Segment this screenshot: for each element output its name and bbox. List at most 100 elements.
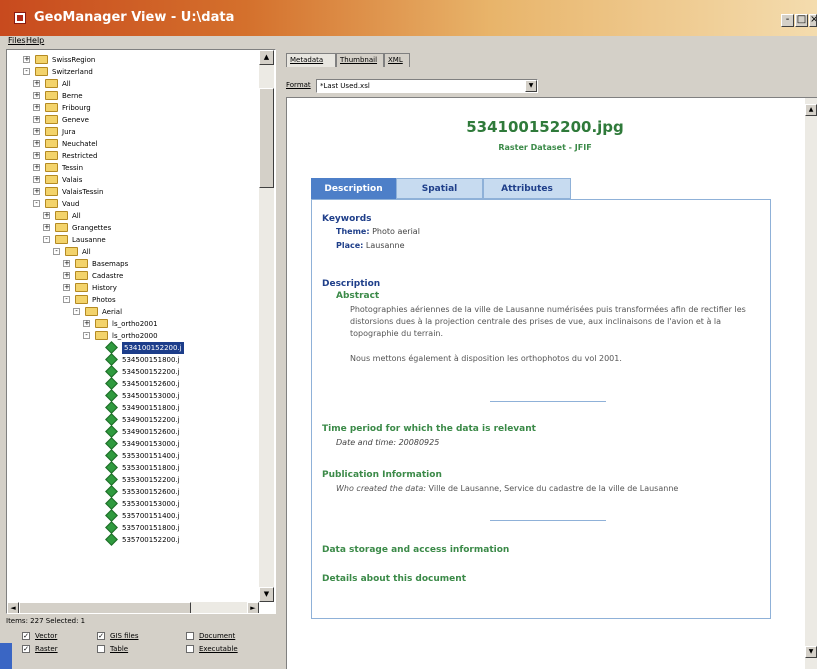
tree-folder-item[interactable]: + All	[7, 210, 257, 222]
expand-icon[interactable]: +	[63, 260, 70, 267]
tree-file-item[interactable]: 535700151400.j	[7, 509, 257, 522]
tree-folder-item[interactable]: - Aerial	[7, 306, 257, 318]
tree-folder-item[interactable]: + Restricted	[7, 150, 257, 162]
tree-folder-item[interactable]: + History	[7, 282, 257, 294]
document-checkbox[interactable]	[186, 632, 194, 640]
tree-folder-item[interactable]: + Jura	[7, 126, 257, 138]
expand-icon[interactable]: +	[33, 176, 40, 183]
scroll-thumb[interactable]	[259, 88, 274, 188]
menu-help[interactable]: Help	[26, 36, 44, 45]
tree-file-item[interactable]: 535700152200.j	[7, 533, 257, 546]
tab-thumbnail[interactable]: Thumbnail	[336, 53, 384, 67]
tree-folder-item[interactable]: - Photos	[7, 294, 257, 306]
format-value: *Last Used.xsl	[320, 82, 370, 90]
tree-file-item[interactable]: 534900153000.j	[7, 437, 257, 450]
tree-folder-item[interactable]: + SwissRegion	[7, 54, 257, 66]
tree-folder-item[interactable]: + All	[7, 78, 257, 90]
gis-files-checkbox[interactable]: ✓	[97, 632, 105, 640]
expand-icon[interactable]: +	[63, 272, 70, 279]
menu-files[interactable]: Files	[8, 36, 26, 45]
expand-icon[interactable]: +	[33, 92, 40, 99]
tree-folder-item[interactable]: - Vaud	[7, 198, 257, 210]
collapse-icon[interactable]: -	[73, 308, 80, 315]
expand-icon[interactable]: +	[33, 128, 40, 135]
tree-folder-item[interactable]: + Fribourg	[7, 102, 257, 114]
expand-icon[interactable]: +	[33, 104, 40, 111]
tree-folder-item[interactable]: + ls_ortho2001	[7, 318, 257, 330]
executable-checkbox[interactable]	[186, 645, 194, 653]
tree-vertical-scrollbar[interactable]: ▲ ▼	[259, 50, 274, 602]
tree-folder-item[interactable]: - Lausanne	[7, 234, 257, 246]
raster-checkbox[interactable]: ✓	[22, 645, 30, 653]
tree-horizontal-scrollbar[interactable]: ◄ ►	[7, 602, 259, 613]
maximize-button[interactable]: □	[795, 14, 808, 27]
h-scroll-thumb[interactable]	[19, 602, 191, 613]
tree-file-item[interactable]: 535300151400.j	[7, 449, 257, 462]
viewer-scroll-down-button[interactable]: ▼	[805, 646, 817, 658]
table-checkbox[interactable]	[97, 645, 105, 653]
tree-file-item[interactable]: 535300151800.j	[7, 461, 257, 474]
tree-file-item[interactable]: 534900151800.j	[7, 401, 257, 414]
tab-metadata[interactable]: Metadata	[286, 53, 336, 67]
expand-icon[interactable]: +	[33, 116, 40, 123]
expand-icon[interactable]: +	[33, 188, 40, 195]
tree-folder-item[interactable]: + Tessin	[7, 162, 257, 174]
viewer-scroll-up-button[interactable]: ▲	[805, 104, 817, 116]
tab-xml[interactable]: XML	[384, 53, 410, 67]
tab-attributes[interactable]: Attributes	[483, 178, 571, 199]
tree-folder-item[interactable]: - All	[7, 246, 257, 258]
tree-folder-item[interactable]: - Switzerland	[7, 66, 257, 78]
tree-folder-item[interactable]: + Grangettes	[7, 222, 257, 234]
collapse-icon[interactable]: -	[53, 248, 60, 255]
chevron-down-icon[interactable]: ▼	[525, 80, 537, 92]
collapse-icon[interactable]: -	[33, 200, 40, 207]
format-dropdown[interactable]: *Last Used.xsl ▼	[316, 79, 538, 93]
close-button[interactable]: ×	[809, 14, 817, 27]
collapse-icon[interactable]: -	[63, 296, 70, 303]
tree-file-item[interactable]: 534500153000.j	[7, 389, 257, 402]
collapse-icon[interactable]: -	[83, 332, 90, 339]
tree-folder-item[interactable]: + Valais	[7, 174, 257, 186]
tree-folder-item[interactable]: + Berne	[7, 90, 257, 102]
expand-icon[interactable]: +	[33, 152, 40, 159]
tree-file-item[interactable]: 534900152600.j	[7, 425, 257, 438]
title-bar[interactable]: GeoManager View - U:\data - □ ×	[0, 0, 817, 36]
tree-folder-item[interactable]: + Geneve	[7, 114, 257, 126]
expand-icon[interactable]: +	[33, 80, 40, 87]
tree-file-item[interactable]: 535300152600.j	[7, 485, 257, 498]
tree-file-item[interactable]: 535300152200.j	[7, 473, 257, 486]
viewer-scrollbar[interactable]: ▲ ▼	[805, 98, 817, 669]
scroll-up-button[interactable]: ▲	[259, 50, 274, 65]
tab-spatial[interactable]: Spatial	[396, 178, 483, 199]
minimize-button[interactable]: -	[781, 14, 794, 27]
tree-file-item[interactable]: 534900152200.j	[7, 413, 257, 426]
tree-file-item[interactable]: 534100152200.j	[7, 341, 257, 354]
scroll-left-button[interactable]: ◄	[7, 602, 19, 613]
collapse-icon[interactable]: -	[43, 236, 50, 243]
tree-item-label: Berne	[62, 92, 83, 100]
tree-folder-item[interactable]: + Cadastre	[7, 270, 257, 282]
tree-folder-item[interactable]: + Basemaps	[7, 258, 257, 270]
scroll-down-button[interactable]: ▼	[259, 587, 274, 602]
tree-file-item[interactable]: 534500151800.j	[7, 353, 257, 366]
storage-heading[interactable]: Data storage and access information	[322, 545, 509, 555]
details-heading[interactable]: Details about this document	[322, 574, 466, 584]
expand-icon[interactable]: +	[33, 140, 40, 147]
expand-icon[interactable]: +	[63, 284, 70, 291]
collapse-icon[interactable]: -	[23, 68, 30, 75]
expand-icon[interactable]: +	[83, 320, 90, 327]
tree-file-item[interactable]: 535300153000.j	[7, 497, 257, 510]
tree-file-item[interactable]: 534500152600.j	[7, 377, 257, 390]
expand-icon[interactable]: +	[23, 56, 30, 63]
tree-folder-item[interactable]: + ValaisTessin	[7, 186, 257, 198]
expand-icon[interactable]: +	[43, 224, 50, 231]
expand-icon[interactable]: +	[33, 164, 40, 171]
tree-folder-item[interactable]: + Neuchatel	[7, 138, 257, 150]
tree-folder-item[interactable]: - ls_ortho2000	[7, 330, 257, 342]
vector-checkbox[interactable]: ✓	[22, 632, 30, 640]
scroll-right-button[interactable]: ►	[247, 602, 259, 613]
tree-file-item[interactable]: 534500152200.j	[7, 365, 257, 378]
tree-file-item[interactable]: 535700151800.j	[7, 521, 257, 534]
tab-description[interactable]: Description	[311, 178, 396, 199]
expand-icon[interactable]: +	[43, 212, 50, 219]
